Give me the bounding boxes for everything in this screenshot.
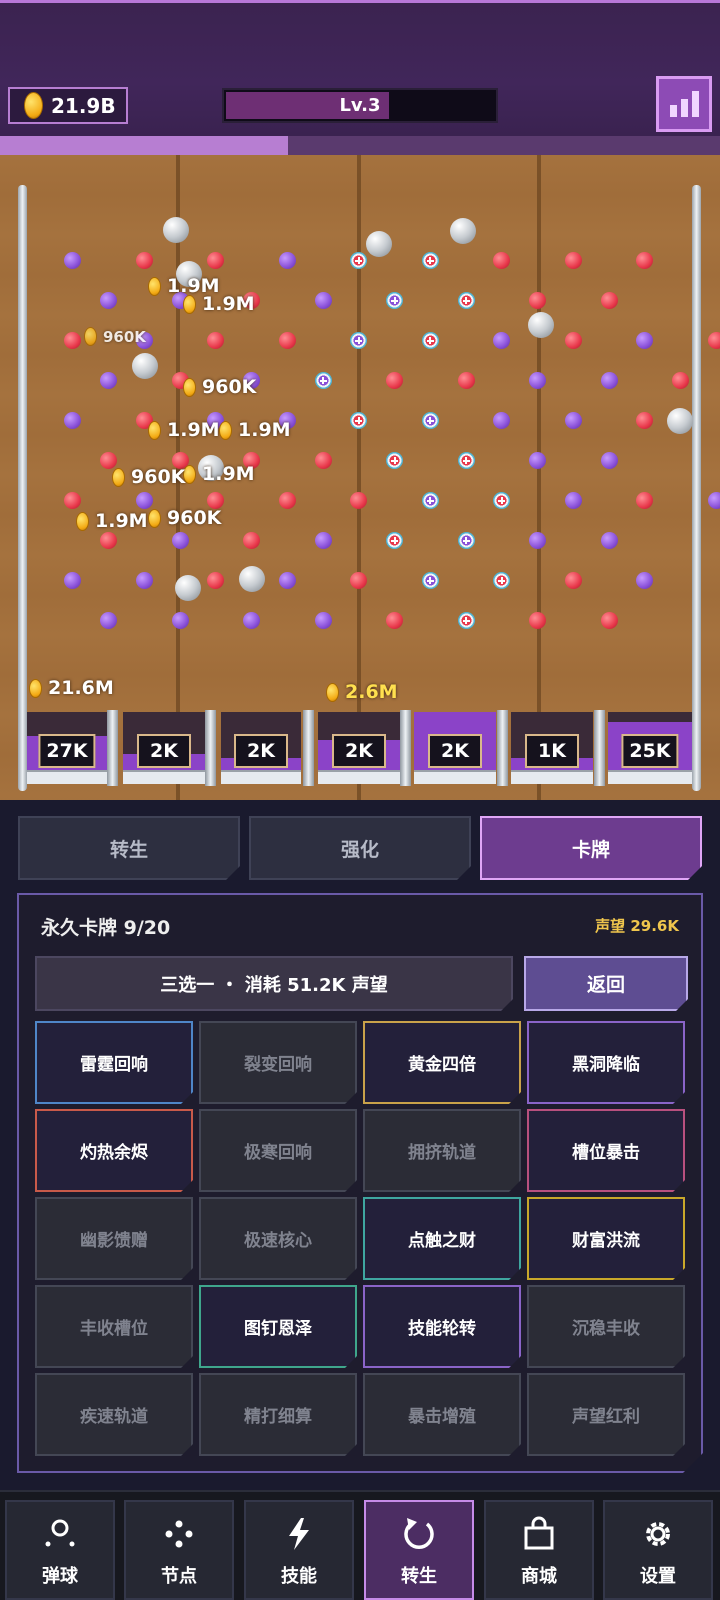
card-item[interactable]: 图钉恩泽 [199,1285,357,1368]
card-grid: 雷霆回响 裂变回响 黄金四倍 黑洞降临灼热余烬 极寒回响 拥挤轨道 槽位暴击幽影馈赠 极速核心… [35,1021,689,1456]
card-item[interactable]: 灼热余烬 [35,1109,193,1192]
payout-slot: 2K [123,712,205,784]
card-item[interactable]: 黄金四倍 [363,1021,521,1104]
slot-payout-label: 2K [234,734,288,768]
payout-slot: 2K [414,712,496,784]
payout-slot: 1K [511,712,593,784]
gear-icon [638,1514,678,1554]
nav-label: 设置 [640,1566,676,1587]
rebirth-icon [399,1514,439,1554]
card-item[interactable]: 幽影馈赠 [35,1197,193,1280]
slot-divider-post [497,710,508,786]
lightning-icon [279,1514,319,1554]
card-item[interactable]: 点触之财 [363,1197,521,1280]
slot-base [27,770,107,784]
payout-slot: 25K [608,712,692,784]
slot-payout-label: 1K [525,734,579,768]
slot-row: 27K 2K 2K 2K 2K 1K 25K [0,0,720,800]
nav-label: 商城 [521,1566,557,1587]
slot-divider-post [107,710,118,786]
card-item[interactable]: 雷霆回响 [35,1021,193,1104]
slot-divider-post [594,710,605,786]
nav-item[interactable]: 弹球 [5,1500,115,1600]
card-item[interactable]: 技能轮转 [363,1285,521,1368]
slot-payout-label: 2K [137,734,191,768]
card-item[interactable]: 槽位暴击 [527,1109,685,1192]
nodes-icon [159,1514,199,1554]
card-item[interactable]: 丰收槽位 [35,1285,193,1368]
nav-item[interactable]: 节点 [124,1500,234,1600]
card-item[interactable]: 裂变回响 [199,1021,357,1104]
nav-label: 技能 [281,1566,317,1587]
slot-divider-post [400,710,411,786]
card-item[interactable]: 暴击增殖 [363,1373,521,1456]
card-panel: 永久卡牌 9/20 声望 29.6K 三选一 ・ 消耗 51.2K 声望 返回 … [17,893,703,1473]
slot-divider-post [205,710,216,786]
shop-bag-icon [519,1514,559,1554]
tab-cards[interactable]: 卡牌 [480,816,702,880]
tab-upgrade[interactable]: 强化 [249,816,471,880]
payout-slot: 2K [318,712,400,784]
slot-base [511,770,593,784]
nav-label: 转生 [401,1566,437,1587]
tab-bar: 转生 强化 卡牌 [0,800,720,880]
slot-payout-label: 27K [38,734,96,768]
slot-base [414,770,496,784]
slot-divider-post [303,710,314,786]
prestige-value: 声望 29.6K [595,917,679,935]
bottom-nav: 弹球 节点 技能 转生 商城 设置 [0,1490,720,1600]
slot-base [608,770,692,784]
nav-item[interactable]: 转生 [364,1500,474,1600]
slot-payout-label: 2K [332,734,386,768]
card-item[interactable]: 极寒回响 [199,1109,357,1192]
pick-one-of-three-button[interactable]: 三选一 ・ 消耗 51.2K 声望 [35,956,513,1011]
back-button[interactable]: 返回 [524,956,688,1011]
card-item[interactable]: 黑洞降临 [527,1021,685,1104]
tab-rebirth[interactable]: 转生 [18,816,240,880]
slot-base [318,770,400,784]
pinball-board[interactable]: 1.9M 1.9M 960K 960K 1.9M 1.9M 1.9M 960K … [0,155,720,800]
nav-item[interactable]: 设置 [603,1500,713,1600]
nav-item[interactable]: 技能 [244,1500,354,1600]
card-item[interactable]: 沉稳丰收 [527,1285,685,1368]
panel-title: 永久卡牌 9/20 [41,917,171,939]
slot-payout-label: 25K [621,734,679,768]
nav-label: 弹球 [42,1566,78,1587]
card-item[interactable]: 极速核心 [199,1197,357,1280]
slot-base [221,770,301,784]
card-item[interactable]: 疾速轨道 [35,1373,193,1456]
card-item[interactable]: 拥挤轨道 [363,1109,521,1192]
payout-slot: 27K [27,712,107,784]
card-item[interactable]: 财富洪流 [527,1197,685,1280]
card-item[interactable]: 精打细算 [199,1373,357,1456]
slot-base [123,770,205,784]
pinball-icon [40,1514,80,1554]
nav-item[interactable]: 商城 [484,1500,594,1600]
card-item[interactable]: 声望红利 [527,1373,685,1456]
slot-payout-label: 2K [428,734,482,768]
payout-slot: 2K [221,712,301,784]
nav-label: 节点 [161,1566,197,1587]
